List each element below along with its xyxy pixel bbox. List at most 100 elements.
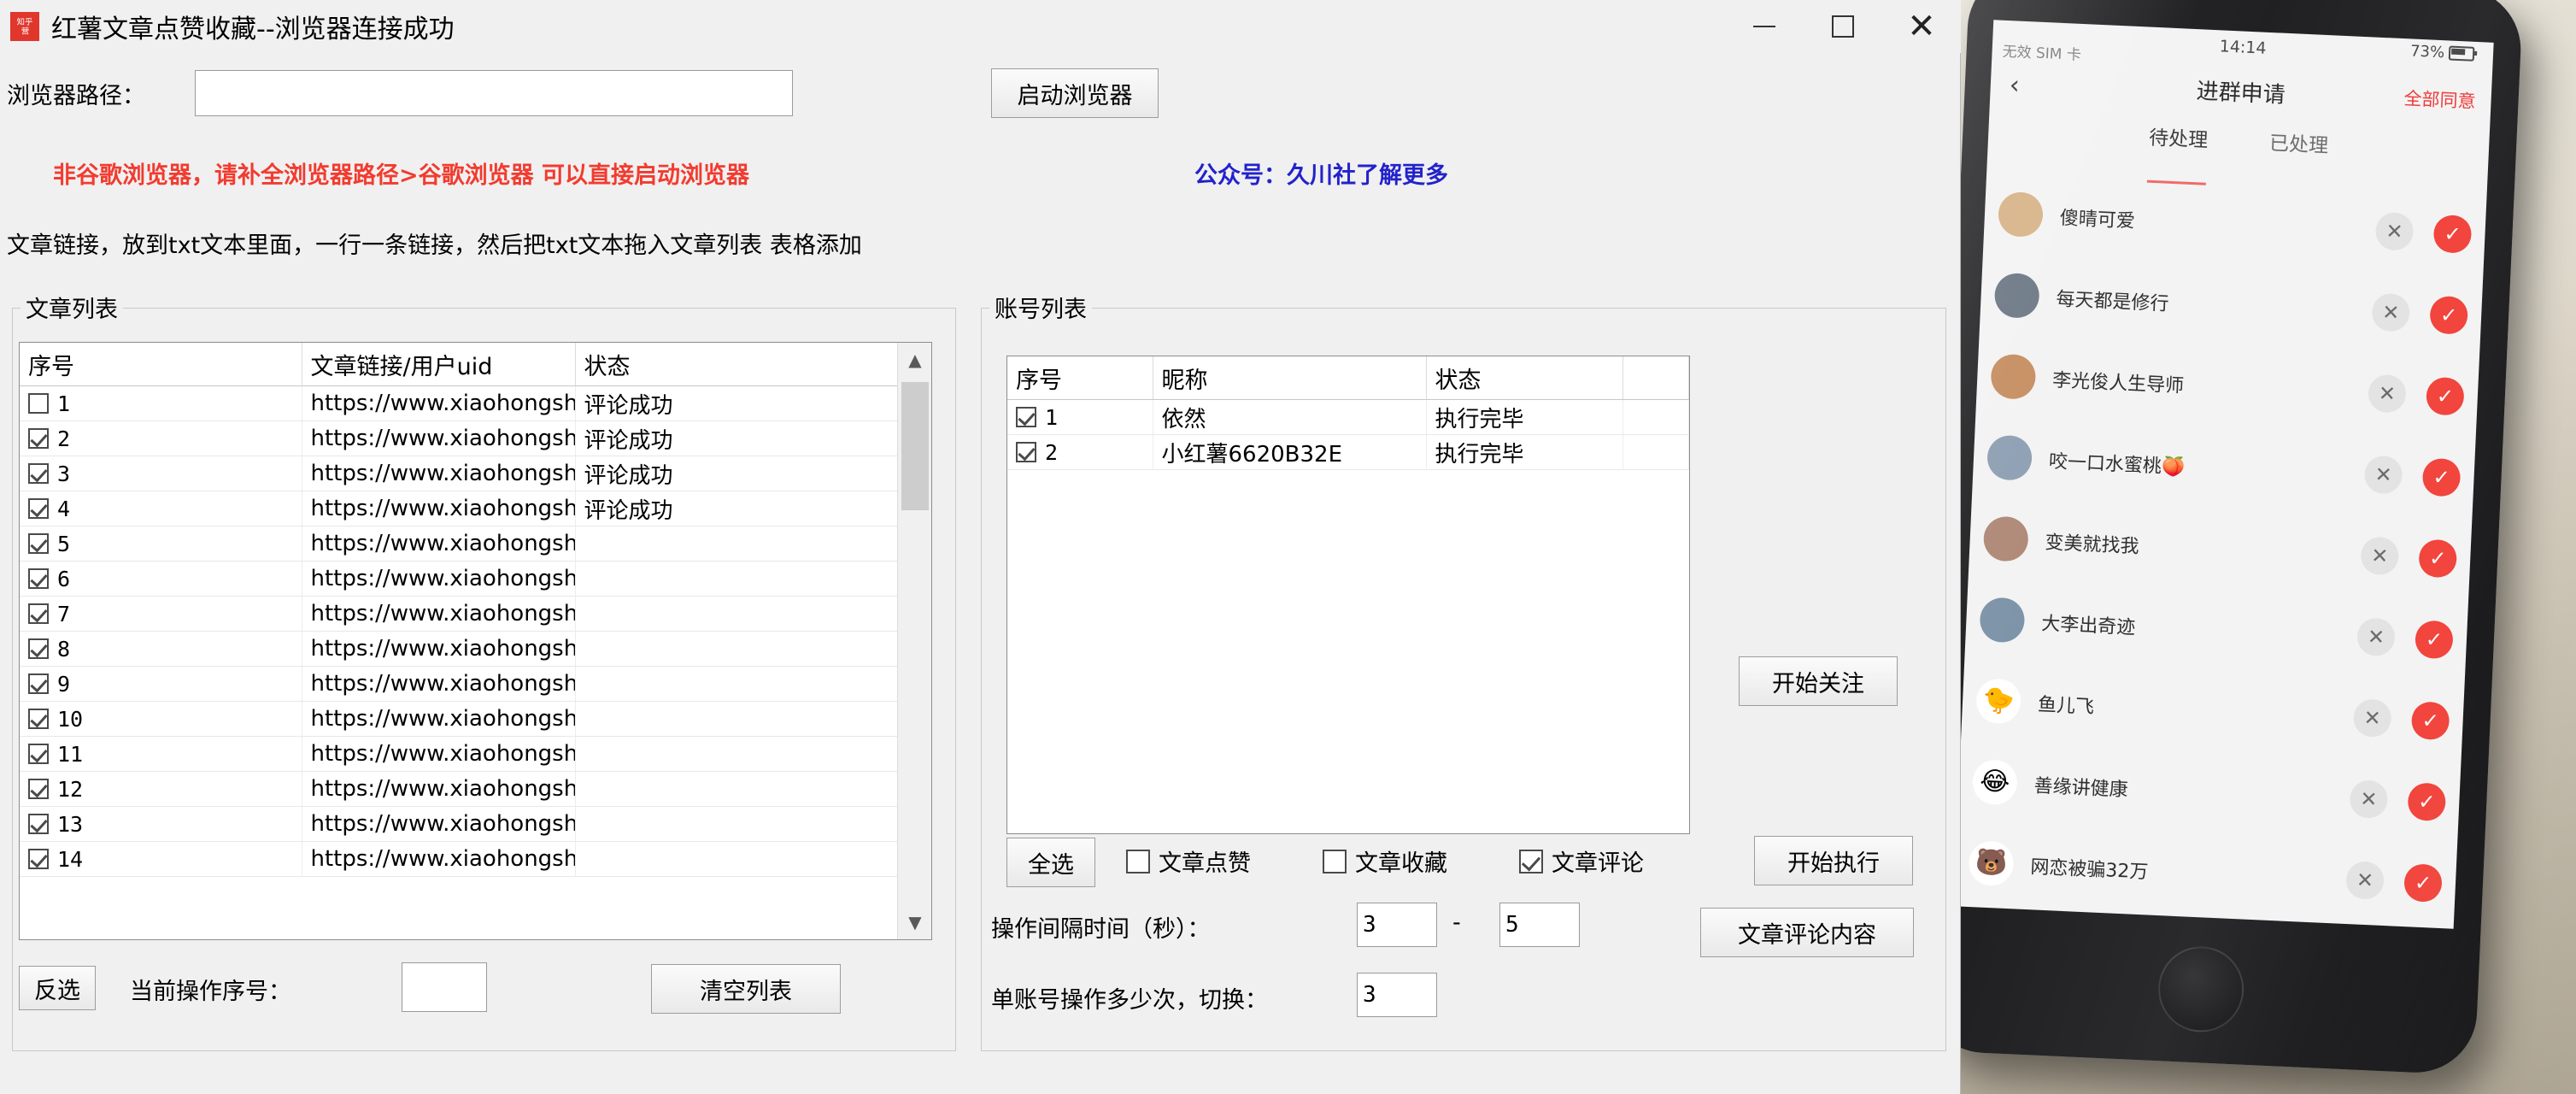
select-all-button[interactable]: 全选: [1006, 838, 1095, 887]
reject-icon[interactable]: ✕: [2363, 455, 2403, 494]
row-checkbox[interactable]: [28, 673, 49, 694]
comment-content-button[interactable]: 文章评论内容: [1700, 908, 1914, 957]
option-article-comment[interactable]: 文章评论: [1519, 844, 1644, 878]
table-row[interactable]: 3 https://www.xiaohongshu.co...评论成功: [20, 456, 931, 491]
row-checkbox[interactable]: [28, 638, 49, 659]
row-checkbox[interactable]: [28, 393, 49, 414]
row-checkbox[interactable]: [28, 849, 49, 869]
table-row[interactable]: 8 https://www.xiaohongshu.co...: [20, 631, 931, 667]
table-row[interactable]: 12 https://www.xiaohongshu.co...: [20, 771, 931, 807]
home-button[interactable]: [2156, 944, 2246, 1034]
table-row[interactable]: 11 https://www.xiaohongshu.co...: [20, 736, 931, 772]
table-row[interactable]: 6 https://www.xiaohongshu.co...: [20, 561, 931, 597]
article-cell-index[interactable]: 9: [20, 666, 302, 702]
interval-min-input[interactable]: 3: [1357, 903, 1437, 947]
reject-icon[interactable]: ✕: [2349, 779, 2389, 819]
maximize-button[interactable]: [1804, 0, 1882, 53]
option-article-favorite[interactable]: 文章收藏: [1323, 844, 1447, 878]
table-row[interactable]: 10 https://www.xiaohongshu.co...: [20, 701, 931, 737]
accept-icon[interactable]: ✓: [2425, 376, 2465, 416]
browser-path-input[interactable]: [195, 70, 793, 116]
table-row[interactable]: 5 https://www.xiaohongshu.co...: [20, 526, 931, 562]
row-checkbox[interactable]: [28, 498, 49, 519]
article-cell-index[interactable]: 3: [20, 456, 302, 491]
row-checkbox[interactable]: [28, 779, 49, 799]
accept-icon[interactable]: ✓: [2432, 214, 2473, 254]
account-cell-index[interactable]: 2: [1007, 434, 1153, 470]
reject-icon[interactable]: ✕: [2360, 535, 2400, 575]
close-button[interactable]: ✕: [1882, 0, 1961, 53]
start-follow-button[interactable]: 开始关注: [1739, 656, 1898, 706]
accept-icon[interactable]: ✓: [2421, 457, 2462, 497]
scrollbar-thumb[interactable]: [901, 382, 929, 510]
reject-icon[interactable]: ✕: [2371, 292, 2411, 332]
table-row[interactable]: 14 https://www.xiaohongshu.co...: [20, 841, 931, 877]
current-index-input[interactable]: [402, 962, 487, 1012]
article-cell-index[interactable]: 12: [20, 771, 302, 807]
table-row[interactable]: 2 https://www.xiaohongshu.co...评论成功: [20, 421, 931, 456]
table-row[interactable]: 9 https://www.xiaohongshu.co...: [20, 666, 931, 702]
article-cell-index[interactable]: 11: [20, 736, 302, 772]
agree-all-button[interactable]: 全部同意: [2403, 85, 2476, 114]
tab-processed[interactable]: 已处理: [2268, 126, 2329, 182]
row-index: 12: [57, 776, 84, 802]
article-list-table[interactable]: 序号 文章链接/用户uid 状态 1 https://www.xiaohongsh…: [19, 342, 932, 940]
table-row[interactable]: 2 小红薯6620B32E 执行完毕: [1007, 434, 1689, 470]
minimize-button[interactable]: [1725, 0, 1804, 53]
accept-icon[interactable]: ✓: [2403, 862, 2444, 903]
article-cell-index[interactable]: 7: [20, 596, 302, 632]
accept-icon[interactable]: ✓: [2429, 295, 2469, 335]
checkbox-article-favorite[interactable]: [1323, 849, 1347, 873]
article-cell-index[interactable]: 14: [20, 841, 302, 877]
accept-icon[interactable]: ✓: [2410, 700, 2450, 740]
article-cell-index[interactable]: 6: [20, 561, 302, 597]
row-checkbox[interactable]: [28, 744, 49, 764]
chevron-left-icon[interactable]: ‹: [2009, 70, 2021, 101]
scroll-up-icon[interactable]: ▲: [898, 343, 931, 377]
table-row[interactable]: 1 依然 执行完毕: [1007, 399, 1689, 435]
reject-icon[interactable]: ✕: [2352, 697, 2392, 738]
row-checkbox[interactable]: [1016, 442, 1036, 462]
article-cell-index[interactable]: 4: [20, 491, 302, 526]
row-checkbox[interactable]: [28, 603, 49, 624]
table-row[interactable]: 4 https://www.xiaohongshu.co...评论成功: [20, 491, 931, 526]
interval-max-input[interactable]: 5: [1499, 903, 1580, 947]
article-cell-index[interactable]: 8: [20, 631, 302, 667]
clear-list-button[interactable]: 清空列表: [651, 964, 841, 1014]
tab-pending[interactable]: 待处理: [2147, 121, 2209, 177]
row-checkbox[interactable]: [1016, 407, 1036, 427]
reject-icon[interactable]: ✕: [2356, 616, 2396, 656]
row-index: 6: [57, 566, 71, 591]
accept-icon[interactable]: ✓: [2407, 781, 2447, 821]
start-execute-button[interactable]: 开始执行: [1754, 836, 1913, 885]
checkbox-article-comment[interactable]: [1519, 849, 1543, 873]
account-list-table[interactable]: 序号 昵称 状态 1 依然 执行完毕 2 小红薯6620B32E 执行完毕: [1006, 356, 1690, 834]
reject-icon[interactable]: ✕: [2367, 373, 2407, 414]
option-article-like[interactable]: 文章点赞: [1126, 844, 1251, 878]
article-cell-index[interactable]: 1: [20, 385, 302, 421]
switch-count-input[interactable]: 3: [1357, 973, 1437, 1017]
article-cell-index[interactable]: 5: [20, 526, 302, 562]
reject-icon[interactable]: ✕: [2345, 860, 2385, 900]
accept-icon[interactable]: ✓: [2418, 538, 2458, 578]
row-checkbox[interactable]: [28, 568, 49, 589]
row-checkbox[interactable]: [28, 463, 49, 484]
scroll-down-icon[interactable]: ▼: [898, 905, 931, 939]
accept-icon[interactable]: ✓: [2414, 619, 2454, 659]
row-checkbox[interactable]: [28, 428, 49, 449]
table-row[interactable]: 7 https://www.xiaohongshu.co...: [20, 596, 931, 632]
account-cell-index[interactable]: 1: [1007, 399, 1153, 435]
article-cell-index[interactable]: 10: [20, 701, 302, 737]
row-checkbox[interactable]: [28, 533, 49, 554]
launch-browser-button[interactable]: 启动浏览器: [991, 68, 1159, 118]
row-checkbox[interactable]: [28, 814, 49, 834]
row-checkbox[interactable]: [28, 709, 49, 729]
article-cell-index[interactable]: 2: [20, 421, 302, 456]
article-cell-index[interactable]: 13: [20, 806, 302, 842]
table-row[interactable]: 13 https://www.xiaohongshu.co...: [20, 806, 931, 842]
article-list-scrollbar[interactable]: ▲ ▼: [897, 343, 931, 939]
invert-selection-button[interactable]: 反选: [19, 966, 96, 1010]
table-row[interactable]: 1 https://www.xiaohongshu.co...评论成功: [20, 385, 931, 421]
reject-icon[interactable]: ✕: [2374, 211, 2415, 251]
checkbox-article-like[interactable]: [1126, 849, 1150, 873]
